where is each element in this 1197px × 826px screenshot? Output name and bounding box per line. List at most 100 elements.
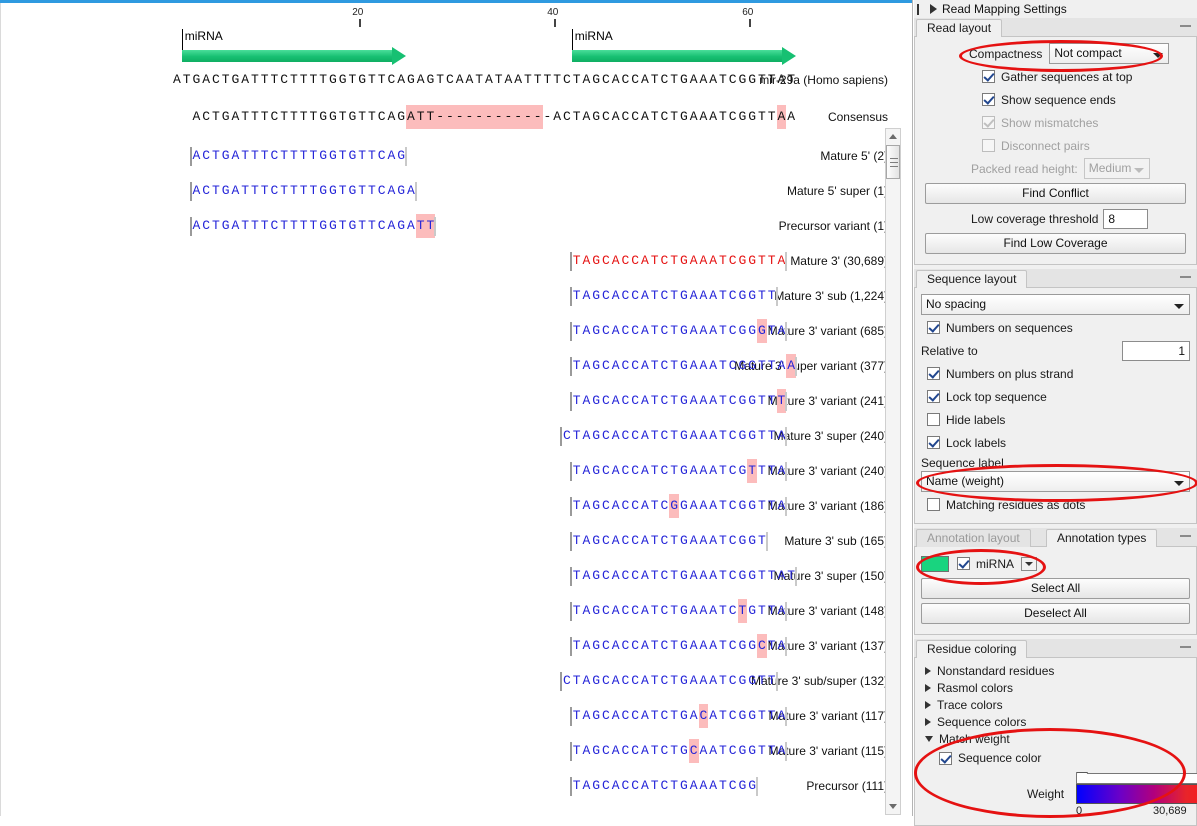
scroll-down-arrow-icon[interactable] [886,800,900,814]
residue: C [660,72,669,87]
relative-to-input[interactable] [1122,340,1190,361]
residue: C [601,638,610,653]
deselect-all-button[interactable]: Deselect All [921,603,1190,624]
sequence-residues: TAGCACCATCTGAAATCGGT [572,529,767,553]
sequence-label-dropdown[interactable]: Name (weight) [921,471,1190,492]
residue: T [670,358,679,373]
mirna-options-dropdown-icon[interactable] [1021,556,1037,571]
residue: C [660,253,669,268]
residue: T [650,533,659,548]
minimize-icon[interactable] [1180,25,1191,30]
chevron-right-icon[interactable] [925,683,931,692]
lock-top-sequence-row[interactable]: Lock top sequence [927,386,1190,407]
lock-top-sequence-checkbox[interactable] [927,390,940,403]
chevron-down-icon[interactable] [925,735,933,742]
matching-residues-as-dots-row[interactable]: Matching residues as dots [927,494,1190,515]
mirna-color-swatch[interactable] [921,555,949,572]
show-sequence-ends-checkbox[interactable] [982,93,995,106]
hide-labels-checkbox[interactable] [927,413,940,426]
residue: A [406,105,416,129]
tab-annotation-layout[interactable]: Annotation layout [916,529,1031,547]
gather-sequences-row[interactable]: Gather sequences at top [982,66,1190,87]
residue: C [621,568,630,583]
compactness-dropdown[interactable]: Not compact [1049,43,1170,64]
residue: T [757,673,766,688]
residue-coloring-item[interactable]: Sequence colors [921,713,1190,730]
sequence-residues: ACTGATTTCTTTTGGTGTTCAGATT [192,214,436,238]
minimize-icon[interactable] [1180,646,1191,651]
sequence-color-checkbox[interactable] [939,751,952,765]
residue: A [709,323,718,338]
residue-coloring-item[interactable]: Nonstandard residues [921,662,1190,679]
find-conflict-button[interactable]: Find Conflict [925,183,1186,204]
residue-coloring-item[interactable]: Rasmol colors [921,679,1190,696]
lock-labels-checkbox[interactable] [927,436,940,449]
residue: C [621,393,630,408]
hide-labels-row[interactable]: Hide labels [927,409,1190,430]
residue: T [367,183,376,198]
residue: A [611,743,620,758]
gather-sequences-checkbox[interactable] [982,70,995,83]
residue: C [202,148,211,163]
residue: C [601,743,610,758]
read-mapping-settings-header[interactable]: Read Mapping Settings [914,0,1197,18]
weight-gradient-control[interactable]: Weight 0 30,689 [921,772,1197,819]
sequence-residues: ACTGATTTCTTTTGGTGTTCAGA [192,179,416,203]
read-end-marker [785,462,788,481]
residue: C [631,323,640,338]
residue: A [582,253,591,268]
weight-slider-track[interactable] [1076,772,1197,784]
residue: T [787,72,796,87]
find-low-coverage-button[interactable]: Find Low Coverage [925,233,1186,254]
residue: G [748,743,757,758]
tab-residue-coloring[interactable]: Residue coloring [916,640,1028,658]
numbers-on-sequences-checkbox[interactable] [927,321,940,334]
chevron-right-icon[interactable] [925,700,931,709]
minimize-icon[interactable] [1180,276,1191,281]
residue-coloring-item[interactable]: Trace colors [921,696,1190,713]
residue: T [543,72,552,87]
residue: C [631,393,640,408]
read-end-marker [785,707,788,726]
tab-sequence-layout[interactable]: Sequence layout [916,270,1028,288]
low-coverage-threshold-input[interactable] [1103,208,1149,229]
select-all-button[interactable]: Select All [921,578,1190,599]
alignment-vertical-scrollbar[interactable] [885,128,901,815]
annotation-type-mirna-row[interactable]: miRNA [921,553,1190,574]
numbers-on-plus-strand-row[interactable]: Numbers on plus strand [927,363,1190,384]
scrollbar-thumb[interactable] [886,145,900,179]
residue: A [231,148,240,163]
residue: A [689,109,698,124]
residue: C [601,463,610,478]
show-sequence-ends-row[interactable]: Show sequence ends [982,89,1190,110]
residue: C [601,253,610,268]
residue: G [679,72,688,87]
tab-annotation-types[interactable]: Annotation types [1046,529,1158,547]
spacing-dropdown[interactable]: No spacing [921,294,1190,315]
residue: C [562,109,571,124]
minimize-icon[interactable] [1180,535,1191,540]
residue: G [592,323,601,338]
sequence-color-row[interactable]: Sequence color [939,749,1190,767]
chevron-right-icon[interactable] [925,666,931,675]
scroll-up-arrow-icon[interactable] [886,129,900,143]
weight-min-handle[interactable] [1076,772,1088,781]
chevron-right-icon[interactable] [925,717,931,726]
residue: T [250,148,259,163]
annotation-tabrow: Annotation layout Annotation types [914,528,1197,547]
numbers-on-sequences-row[interactable]: Numbers on sequences [927,317,1190,338]
residue: T [572,463,581,478]
mirna-checkbox[interactable] [957,557,970,570]
disconnect-pairs-label: Disconnect pairs [1001,138,1090,153]
numbers-on-plus-strand-checkbox[interactable] [927,367,940,380]
tab-read-layout[interactable]: Read layout [916,19,1003,37]
residue: T [338,109,347,124]
residue: T [718,568,727,583]
residue: A [699,778,708,793]
residue: A [640,638,649,653]
lock-labels-row[interactable]: Lock labels [927,432,1190,453]
residue: G [397,109,406,124]
residue: C [728,323,737,338]
matching-residues-as-dots-checkbox[interactable] [927,498,940,511]
residue-coloring-item[interactable]: Match weight [921,730,1190,747]
